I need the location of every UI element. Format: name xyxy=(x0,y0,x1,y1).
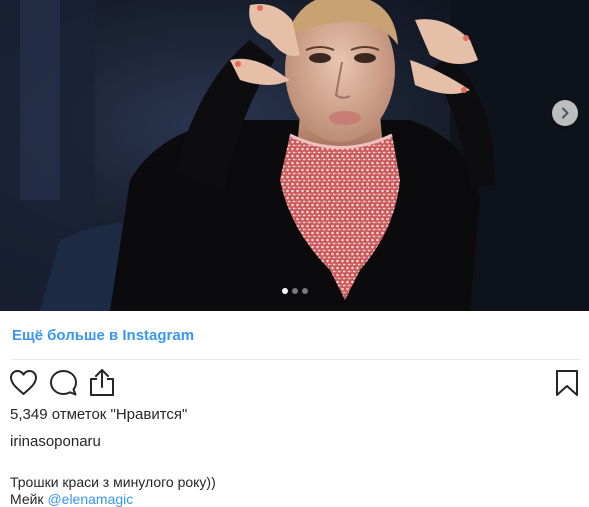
photo-illustration xyxy=(0,0,589,311)
save-button[interactable] xyxy=(555,369,579,402)
carousel-dot-2 xyxy=(291,288,298,294)
bookmark-icon xyxy=(556,370,578,396)
comment-icon xyxy=(50,370,77,396)
comment-button[interactable] xyxy=(49,369,78,402)
more-in-instagram-link[interactable]: Ещё больше в Instagram xyxy=(12,327,194,344)
carousel-dot-3 xyxy=(301,288,308,294)
carousel-next-button[interactable] xyxy=(552,100,578,126)
heart-icon xyxy=(10,370,37,395)
carousel-dots xyxy=(0,288,589,294)
share-icon xyxy=(90,369,114,396)
likes-count[interactable]: 5,349 отметок "Нравится" xyxy=(10,406,187,423)
carousel-dot-1 xyxy=(281,288,288,294)
share-button[interactable] xyxy=(88,368,116,403)
caption-line: Трошки краси з минулого року)) xyxy=(10,474,216,490)
like-button[interactable] xyxy=(9,369,38,401)
caption-credit-prefix: Мейк xyxy=(10,491,48,507)
post-photo[interactable] xyxy=(0,0,589,311)
post-username[interactable]: irinasoponaru xyxy=(10,433,101,450)
caption-mention-link[interactable]: @elenamagic xyxy=(47,491,133,507)
chevron-right-icon xyxy=(562,107,569,119)
divider xyxy=(12,359,580,360)
caption-credit-line: Мейк @elenamagic xyxy=(10,491,133,507)
